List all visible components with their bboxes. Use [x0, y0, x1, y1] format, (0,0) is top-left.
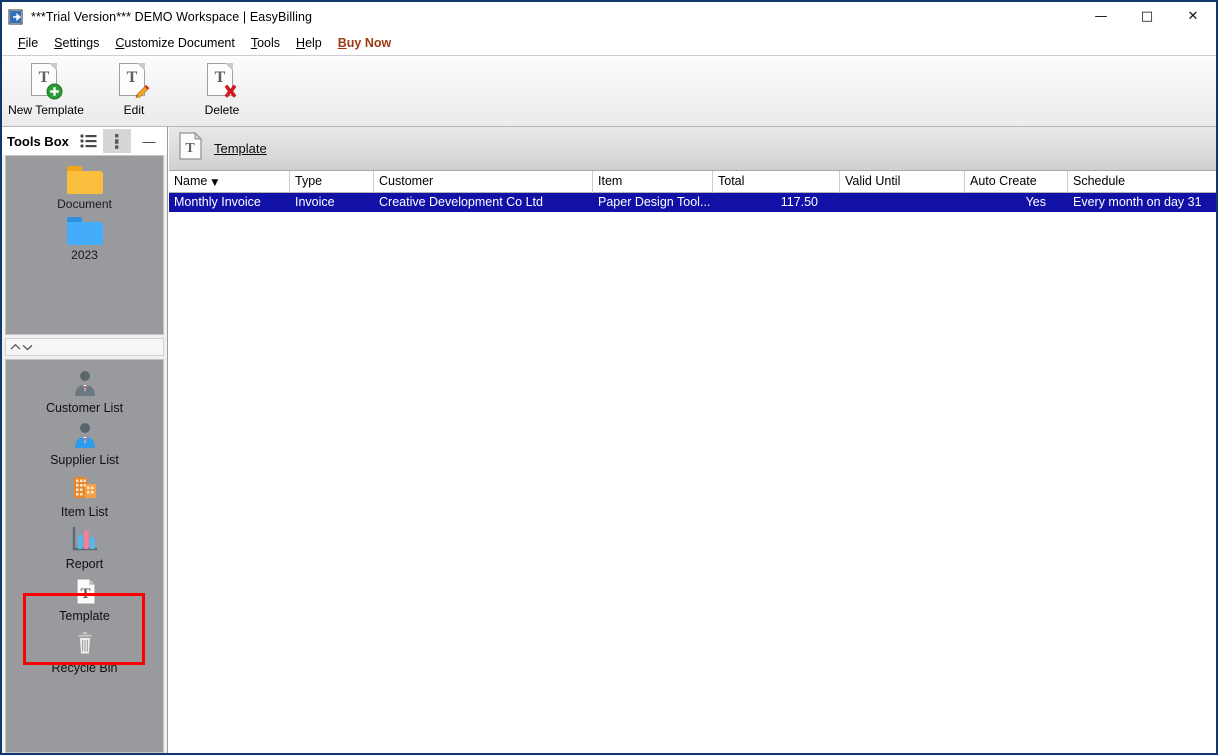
column-header-schedule[interactable]: Schedule — [1068, 171, 1216, 193]
tools-box-header: Tools Box — — [2, 127, 167, 155]
sidebar-item-report[interactable]: Report — [6, 524, 163, 571]
pencil-badge-icon — [135, 84, 150, 99]
edit-template-icon: T — [119, 63, 150, 99]
menu-label-help: elp — [305, 36, 322, 50]
menu-label-tools: ools — [257, 36, 281, 50]
sidebar-item-label: Supplier List — [50, 453, 119, 467]
menu-accel-buy: B — [337, 36, 347, 50]
edit-label: Edit — [123, 103, 145, 117]
cell-customer: Creative Development Co Ltd — [379, 195, 543, 209]
cell-auto-create: Yes — [1025, 195, 1046, 209]
sidebar-item-recycle-bin[interactable]: Recycle Bin — [6, 628, 163, 675]
sidebar-item-customer-list[interactable]: Customer List — [6, 368, 163, 415]
new-template-icon: T — [31, 63, 63, 100]
menu-item-tools[interactable]: Tools — [243, 34, 288, 52]
sidebar-nav-pane: Customer List Supplier List Item List Re… — [5, 359, 164, 753]
toolbar: T New Template T Edit T Delete — [2, 57, 1216, 127]
template-document-icon: T — [70, 576, 100, 606]
new-template-button[interactable]: T New Template — [2, 59, 90, 123]
tools-folder-pane: Document 2023 — [5, 155, 164, 335]
sidebar-item-item-list[interactable]: Item List — [6, 472, 163, 519]
folder-label: 2023 — [71, 248, 98, 262]
cell-name: Monthly Invoice — [174, 195, 261, 209]
delete-label: Delete — [204, 103, 240, 117]
sidebar-item-label: Report — [65, 557, 104, 571]
close-button[interactable]: ✕ — [1170, 2, 1216, 31]
menu-label-buy: uy Now — [346, 36, 392, 50]
column-header-type[interactable]: Type — [290, 171, 374, 193]
menu-accel-help: H — [296, 36, 306, 50]
column-header-total[interactable]: Total — [713, 171, 840, 193]
grid-header-row: Name ▼ Type Customer Item Total Valid Unt… — [169, 171, 1216, 193]
sort-descending-icon: ▼ — [211, 178, 219, 188]
menu-item-settings[interactable]: Settings — [46, 34, 107, 52]
table-row[interactable]: Monthly Invoice Invoice Creative Develop… — [169, 193, 1216, 212]
content-area: T Template Name ▼ Type Customer Item Tota… — [169, 127, 1216, 753]
menu-label-customize: ustomize Document — [124, 36, 235, 50]
new-template-label: New Template — [8, 103, 84, 117]
column-header-name[interactable]: Name ▼ — [169, 171, 290, 193]
sidebar-item-label: Item List — [60, 505, 109, 519]
tools-splitter[interactable] — [5, 338, 164, 356]
template-grid: Name ▼ Type Customer Item Total Valid Unt… — [169, 171, 1216, 212]
supplier-person-icon — [70, 420, 100, 450]
app-icon — [8, 9, 24, 25]
collapse-expand-chevrons-icon — [10, 343, 33, 350]
minimize-button[interactable]: — — [1078, 2, 1124, 31]
sidebar-item-label: Customer List — [45, 401, 124, 415]
menu-item-customize-document[interactable]: Customize Document — [107, 34, 243, 52]
svg-text:T: T — [80, 586, 90, 602]
maximize-button[interactable]: □ — [1124, 2, 1170, 31]
green-plus-badge-icon — [46, 83, 63, 100]
trash-bin-icon — [70, 628, 100, 658]
sidebar: Tools Box — Document 2023 Customer List … — [2, 127, 168, 753]
folder-icon — [66, 166, 103, 194]
folder-icon — [66, 217, 103, 245]
buildings-icon — [70, 472, 100, 502]
application-window: ***Trial Version*** DEMO Workspace | Eas… — [0, 0, 1218, 755]
column-header-auto-create[interactable]: Auto Create — [965, 171, 1068, 193]
delete-button[interactable]: T Delete — [178, 59, 266, 123]
edit-button[interactable]: T Edit — [90, 59, 178, 123]
menu-label-settings: ettings — [62, 36, 100, 50]
cell-schedule: Every month on day 31 — [1073, 195, 1202, 209]
sidebar-item-label: Template — [59, 609, 110, 623]
delete-template-icon: T — [207, 63, 237, 99]
folder-label: Document — [57, 197, 112, 211]
column-header-customer[interactable]: Customer — [374, 171, 593, 193]
menu-bar: File Settings Customize Document Tools H… — [2, 31, 1216, 56]
tools-box-title: Tools Box — [7, 133, 69, 149]
cell-total: 117.50 — [780, 195, 818, 209]
cell-valid-until — [840, 193, 965, 212]
minimize-icon[interactable]: — — [137, 129, 167, 153]
sidebar-item-label: Recycle Bin — [51, 661, 118, 675]
breadcrumb-link-template[interactable]: Template — [214, 141, 267, 156]
folder-item-document[interactable]: Document — [6, 166, 163, 211]
column-header-valid-until[interactable]: Valid Until — [840, 171, 965, 193]
column-header-name-label: Name — [174, 174, 208, 188]
menu-item-help[interactable]: Help — [288, 34, 330, 52]
window-controls: — □ ✕ — [1078, 2, 1216, 31]
window-title: ***Trial Version*** DEMO Workspace | Eas… — [31, 9, 313, 24]
red-x-badge-icon — [224, 84, 237, 98]
title-bar: ***Trial Version*** DEMO Workspace | Eas… — [2, 2, 1216, 31]
cell-type: Invoice — [295, 195, 335, 209]
menu-item-file[interactable]: File — [10, 34, 46, 52]
svg-text:T: T — [185, 141, 195, 156]
menu-accel-settings: S — [54, 36, 63, 50]
list-view-icon[interactable] — [75, 129, 103, 153]
breadcrumb: T Template — [169, 127, 1216, 171]
detail-view-icon[interactable] — [102, 129, 131, 153]
bar-chart-icon — [70, 524, 100, 554]
sidebar-item-template[interactable]: T Template — [6, 576, 163, 623]
menu-label-file: ile — [25, 36, 39, 50]
menu-accel-file: F — [18, 36, 26, 50]
cell-item: Paper Design Tool... — [598, 195, 711, 209]
folder-item-2023[interactable]: 2023 — [6, 217, 163, 262]
customer-person-icon — [70, 368, 100, 398]
column-header-item[interactable]: Item — [593, 171, 713, 193]
menu-item-buy-now[interactable]: Buy Now — [330, 34, 399, 52]
sidebar-item-supplier-list[interactable]: Supplier List — [6, 420, 163, 467]
template-document-icon: T — [178, 131, 204, 166]
